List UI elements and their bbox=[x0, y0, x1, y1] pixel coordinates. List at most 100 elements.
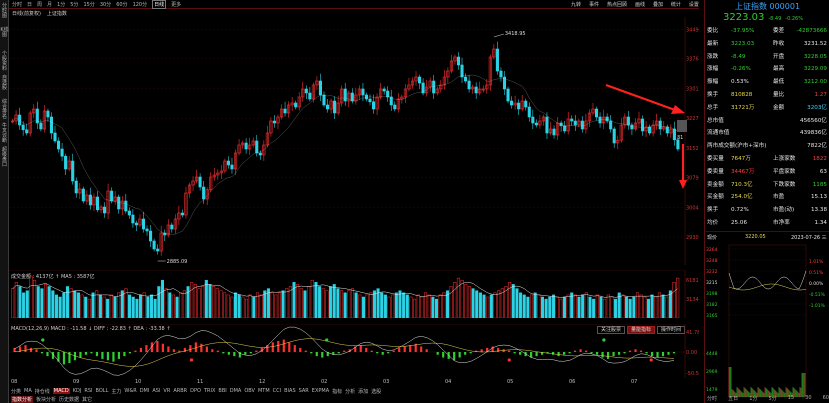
indicator-tab[interactable]: 添加 bbox=[358, 388, 368, 395]
candle-body bbox=[272, 120, 276, 124]
indicator-tab[interactable]: DMA bbox=[230, 388, 242, 394]
left-tab[interactable]: 分时图 bbox=[0, 4, 9, 19]
indicator-tab[interactable]: SAR bbox=[299, 388, 309, 394]
volume-bar bbox=[650, 294, 654, 318]
tool-button[interactable]: 九转 bbox=[571, 1, 581, 8]
volume-bar bbox=[91, 292, 95, 318]
period-tab[interactable]: 60分 bbox=[116, 1, 127, 8]
candle-body bbox=[594, 108, 599, 118]
tool-button[interactable]: 统计 bbox=[671, 1, 681, 8]
left-tab[interactable]: 超级盘口 bbox=[0, 148, 9, 168]
mini-tab[interactable]: 1分 bbox=[749, 395, 757, 402]
indicator-tab[interactable]: MA bbox=[24, 388, 32, 394]
quote-key: 最高 bbox=[773, 66, 785, 73]
mini-tab[interactable]: 五日 bbox=[728, 395, 738, 402]
indicator-tab[interactable]: MTM bbox=[258, 388, 270, 394]
indicator-tab[interactable]: OBV bbox=[244, 388, 255, 394]
period-tab[interactable]: 分时 bbox=[12, 1, 22, 8]
indicator-tab[interactable]: VR bbox=[163, 388, 170, 394]
volume-bar bbox=[87, 298, 91, 318]
indicator-tab[interactable]: DMI bbox=[140, 388, 150, 394]
left-tab[interactable]: 牛叉诊断 bbox=[0, 124, 9, 144]
quote-key: 市盈(动) bbox=[773, 207, 795, 214]
volume-bar bbox=[424, 292, 428, 318]
intraday-mini-chart[interactable]: 3264 3248 3232 3215 3198 3182 3165 4448 2969 1479… bbox=[705, 243, 829, 403]
indicator-tab[interactable]: 分析 bbox=[345, 388, 355, 395]
tool-button[interactable]: 叠加 bbox=[653, 1, 663, 8]
quote-value: 1.34 bbox=[814, 220, 827, 226]
tool-button[interactable]: 热点回顾 bbox=[607, 1, 627, 8]
quote-value: 1822 bbox=[812, 156, 827, 162]
indicator-tab[interactable]: BBI bbox=[218, 388, 226, 394]
left-tab[interactable]: 个股资料 bbox=[0, 52, 9, 72]
tool-button[interactable]: 设置 bbox=[689, 1, 699, 8]
mini-y-label: 3182 bbox=[706, 302, 718, 308]
period-tab[interactable]: 5分 bbox=[70, 1, 78, 8]
period-tab[interactable]: 1分 bbox=[57, 1, 65, 8]
candle-body bbox=[74, 180, 78, 194]
volume-bar bbox=[263, 290, 267, 318]
mini-tab[interactable]: 30 bbox=[805, 395, 811, 402]
indicator-tab[interactable]: 主力 bbox=[111, 388, 121, 395]
analysis-tab[interactable]: 其它 bbox=[82, 396, 92, 403]
period-tab[interactable]: 日 bbox=[27, 1, 32, 8]
period-tab[interactable]: 120分 bbox=[133, 1, 148, 8]
quote-row: 均价 25.06 市净率 1.34 bbox=[707, 218, 829, 229]
volume-bar bbox=[296, 284, 300, 318]
candle-body bbox=[658, 120, 662, 130]
indicator-tab[interactable]: TRIX bbox=[204, 388, 215, 394]
y-tick-label: 3079 bbox=[686, 175, 699, 181]
signal-dot bbox=[189, 358, 194, 362]
period-tab[interactable]: 15分 bbox=[83, 1, 94, 8]
period-tab[interactable]: 30分 bbox=[100, 1, 111, 8]
signal-dot bbox=[649, 358, 653, 362]
mini-tab[interactable]: 分时 bbox=[707, 395, 717, 402]
indicator-tab[interactable]: 持仓线 bbox=[35, 388, 50, 395]
period-tab[interactable]: 月 bbox=[47, 1, 52, 8]
indicator-tab[interactable]: ARBR bbox=[173, 388, 187, 394]
indicator-tab[interactable]: 指标 bbox=[332, 388, 342, 395]
indicator-tab[interactable]: MACD bbox=[52, 388, 70, 394]
volume-bar bbox=[573, 294, 577, 318]
chart-tools: 九转 事件 热点回顾 画线 叠加 统计 设置 bbox=[571, 0, 699, 9]
indicator-tab[interactable]: ASI bbox=[152, 388, 160, 394]
indicator-tab[interactable]: BOLL bbox=[96, 388, 109, 394]
mini-tab[interactable]: 15 bbox=[788, 395, 794, 402]
volume-bar bbox=[453, 282, 457, 318]
period-tab[interactable]: 周 bbox=[37, 1, 42, 8]
left-tab[interactable]: K线图 bbox=[0, 28, 9, 38]
analysis-tab[interactable]: 历史数据 bbox=[59, 396, 79, 403]
indicator-tab[interactable]: DPO bbox=[190, 388, 201, 394]
volume-bar bbox=[475, 290, 479, 318]
volume-bar bbox=[47, 286, 51, 318]
indicator-tab[interactable]: CCI bbox=[273, 388, 281, 394]
mini-tab[interactable]: 60 bbox=[823, 395, 829, 402]
indicator-tab[interactable]: W&R bbox=[124, 388, 136, 394]
volume-chart[interactable]: 6181 3134 bbox=[9, 270, 699, 318]
left-tab[interactable]: 自选股 bbox=[0, 76, 9, 91]
indicator-tab[interactable]: EXPMA bbox=[312, 388, 329, 394]
analysis-tab[interactable]: 板块分析 bbox=[36, 396, 56, 403]
left-tab[interactable]: 综合排名 bbox=[0, 100, 9, 120]
indicator-tab[interactable]: KDJ bbox=[73, 388, 82, 394]
period-tab[interactable]: 更多 bbox=[171, 1, 181, 8]
quote-row: 两市成交额(沪市+深市) 7822亿 bbox=[707, 141, 829, 152]
quote-value: -42873666 bbox=[796, 28, 828, 34]
volume-bar bbox=[584, 292, 588, 318]
volume-bar bbox=[533, 292, 537, 318]
volume-bar bbox=[365, 294, 369, 318]
volume-bar bbox=[135, 298, 139, 318]
macd-chart[interactable]: 41.78 0.00 -50.55 bbox=[9, 324, 699, 378]
tool-button[interactable]: 事件 bbox=[589, 1, 599, 8]
tool-button[interactable]: 画线 bbox=[635, 1, 645, 8]
indicator-tab[interactable]: RSI bbox=[84, 388, 92, 394]
y-tick-label: -50.55 bbox=[686, 371, 699, 377]
indicator-tab[interactable]: 分类 bbox=[11, 388, 21, 395]
kline-chart[interactable]: 3449 3376 3301 3227 3152 3079 3004 2930 3418.95 2… bbox=[9, 17, 699, 265]
period-tab[interactable]: 日线 bbox=[152, 0, 167, 9]
indicator-tab[interactable]: BIAS bbox=[284, 388, 296, 394]
analysis-tab[interactable]: 指数分析 bbox=[11, 395, 34, 403]
indicator-tab[interactable]: 选股 bbox=[371, 388, 381, 395]
volume-bar bbox=[467, 286, 471, 318]
mini-tab[interactable]: 5分 bbox=[768, 395, 776, 402]
